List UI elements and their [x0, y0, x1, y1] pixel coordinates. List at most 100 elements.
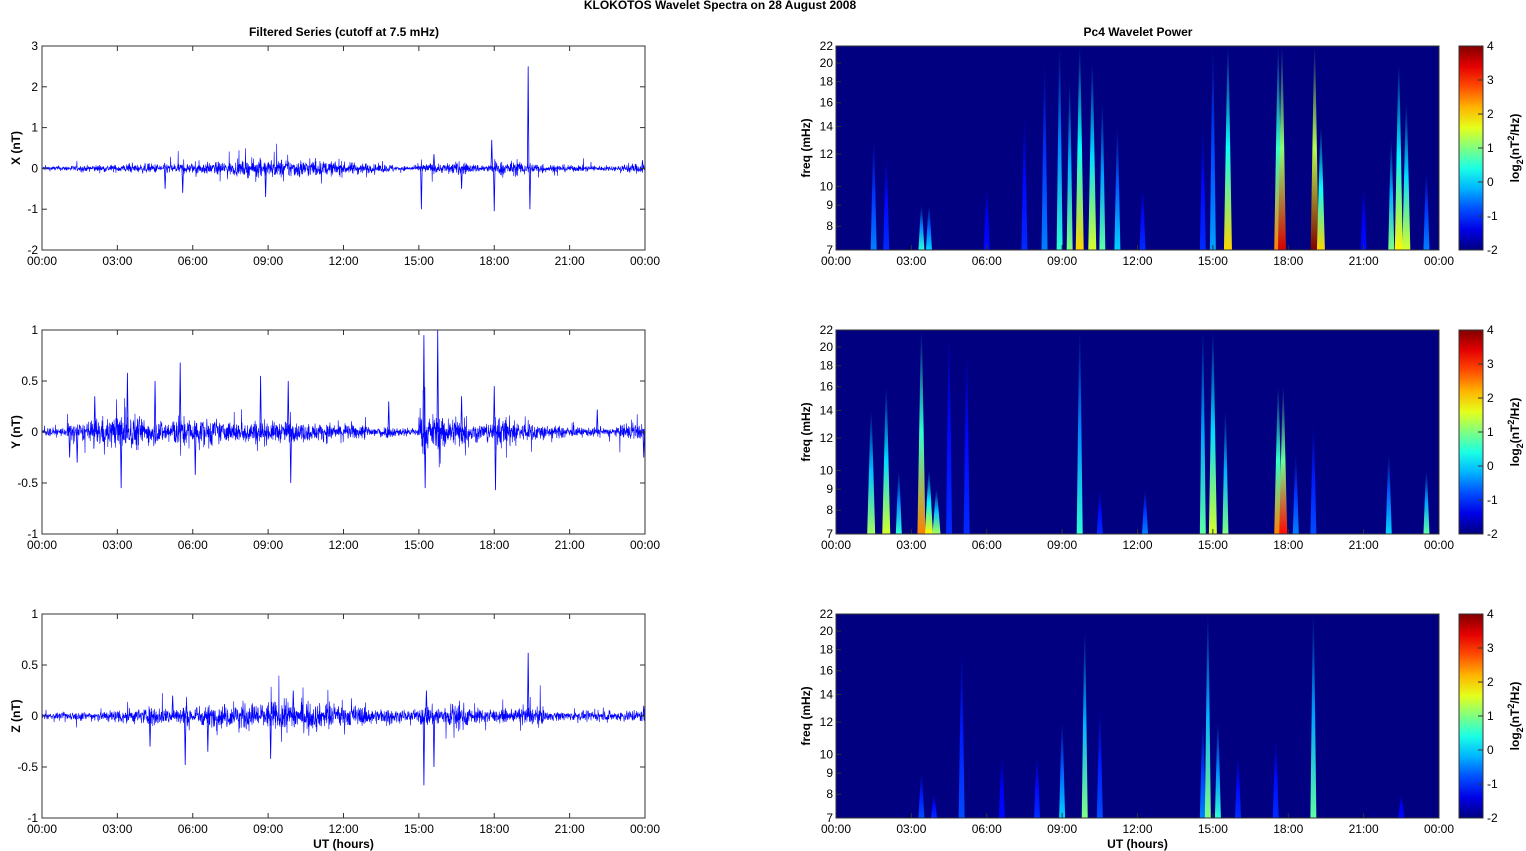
x-tick-label: 03:00 — [896, 822, 926, 836]
y-axis-label: freq (mHz) — [799, 118, 813, 177]
spike-mark — [184, 715, 187, 765]
colorbar-tick-label: 2 — [1487, 675, 1494, 689]
left-column-title: Filtered Series (cutoff at 7.5 mHz) — [249, 25, 439, 39]
y-tick-label: 9 — [826, 766, 833, 780]
y-axis-label: freq (mHz) — [799, 686, 813, 745]
x-tick-label: 06:00 — [178, 254, 208, 268]
spike-mark — [181, 168, 184, 193]
colorbar-tick-label: 0 — [1487, 459, 1494, 473]
series-line-z — [41, 675, 646, 742]
spike-mark — [493, 386, 496, 433]
spike-mark — [642, 431, 645, 458]
spike-mark — [432, 715, 436, 768]
colorbar-tick-label: 3 — [1487, 357, 1494, 371]
colorbar-tick-label: -1 — [1487, 777, 1498, 791]
colorbar: 4 3 2 1 0 -1 -2 log2(nT2/Hz) — [1458, 39, 1525, 257]
y-tick-label: 1 — [31, 121, 38, 135]
x-tick-label: 15:00 — [404, 254, 434, 268]
spectrogram-background — [836, 46, 1439, 250]
x-tick-label: 03:00 — [896, 254, 926, 268]
figure-canvas: KLOKOTOS Wavelet Spectra on 28 August 20… — [9, 0, 1525, 851]
figure-title: KLOKOTOS Wavelet Spectra on 28 August 20… — [584, 0, 857, 12]
spike-mark — [292, 690, 295, 717]
x-tick-label: 21:00 — [555, 254, 585, 268]
spike-mark — [194, 431, 197, 475]
colorbar-tick-label: 1 — [1487, 709, 1494, 723]
spectrogram-panel-y: 2220181614121098700:00 03:00 06:00 09:00 12:… — [799, 323, 1525, 552]
timeseries-panel-y: 10.50-0.5-100:00 03:00 06:00 09:00 12:00 15:0… — [9, 323, 660, 552]
spike-mark — [425, 690, 428, 717]
spike-mark — [528, 168, 532, 210]
x-tick-label: 00:00 — [821, 538, 851, 552]
x-tick-label: 00:00 — [27, 538, 57, 552]
axes-box — [41, 45, 646, 251]
y-tick-label: 0.5 — [21, 658, 38, 672]
y-tick-label: 22 — [820, 39, 834, 53]
colorbar-label: log2(nT2/Hz) — [1506, 398, 1525, 467]
x-tick-label: 00:00 — [27, 254, 57, 268]
x-tick-label: 03:00 — [102, 822, 132, 836]
colorbar-tick-label: 0 — [1487, 175, 1494, 189]
x-tick-label: 12:00 — [328, 822, 358, 836]
spike-mark — [422, 335, 426, 433]
y-tick-label: 20 — [820, 56, 834, 70]
y-tick-label: 8 — [826, 787, 833, 801]
colorbar-tick-label: 4 — [1487, 39, 1494, 53]
x-tick-label: 18:00 — [479, 254, 509, 268]
x-tick-label: 12:00 — [1122, 822, 1152, 836]
colorbar-label: log2(nT2/Hz) — [1506, 682, 1525, 751]
y-tick-label: 22 — [820, 323, 834, 337]
colorbar-tick-label: 4 — [1487, 323, 1494, 337]
y-axis-label: Z (nT) — [9, 699, 23, 732]
x-tick-label: 00:00 — [630, 254, 660, 268]
figure: KLOKOTOS Wavelet Spectra on 28 August 20… — [0, 0, 1526, 851]
y-tick-label: 8 — [826, 219, 833, 233]
x-tick-label: 12:00 — [1122, 254, 1152, 268]
x-tick-label: 06:00 — [972, 254, 1002, 268]
x-tick-label: 18:00 — [1273, 538, 1303, 552]
colorbar-tick-label: 2 — [1487, 107, 1494, 121]
y-tick-label: 12 — [820, 147, 834, 161]
colorbar-label-part: (nT — [1508, 708, 1522, 727]
x-tick-label: 12:00 — [328, 538, 358, 552]
x-tick-label: 09:00 — [1047, 538, 1077, 552]
colorbar-tick-label: -1 — [1487, 209, 1498, 223]
x-tick-label: 00:00 — [1424, 538, 1454, 552]
colorbar-label-part: (nT — [1508, 424, 1522, 443]
spike-mark — [422, 715, 426, 786]
x-tick-label: 06:00 — [972, 822, 1002, 836]
spike-mark — [460, 396, 463, 433]
x-tick-label: 18:00 — [479, 822, 509, 836]
spectrogram-panel-z: 2220181614121098700:00 03:00 06:00 09:00 12:… — [799, 607, 1525, 851]
y-tick-label: 1 — [31, 323, 38, 337]
colorbar-tick-label: 3 — [1487, 73, 1494, 87]
colorbar-tick-label: -2 — [1487, 243, 1498, 257]
x-tick-label: 15:00 — [404, 538, 434, 552]
colorbar-tick-label: 3 — [1487, 641, 1494, 655]
spike-mark — [119, 431, 123, 489]
y-tick-label: 14 — [820, 688, 834, 702]
y-tick-label: 0.5 — [21, 374, 38, 388]
y-tick-label: 14 — [820, 120, 834, 134]
x-tick-label: 12:00 — [1122, 538, 1152, 552]
y-tick-label: 22 — [820, 607, 834, 621]
colorbar-label-part: log — [1508, 732, 1522, 750]
x-axis-label: UT (hours) — [313, 837, 374, 851]
spectrogram-panel-x: 2220181614121098700:00 03:00 06:00 09:00 12:… — [799, 39, 1525, 268]
colorbar-label-part: /Hz) — [1508, 114, 1522, 136]
colorbar-label-part: (nT — [1508, 140, 1522, 159]
x-tick-label: 00:00 — [27, 822, 57, 836]
spike-mark — [641, 160, 644, 169]
y-tick-label: 20 — [820, 624, 834, 638]
colorbar-label: log2(nT2/Hz) — [1506, 114, 1525, 183]
y-tick-label: -0.5 — [17, 476, 38, 490]
x-tick-label: 18:00 — [1273, 254, 1303, 268]
colorbar-label-part: /Hz) — [1508, 398, 1522, 420]
y-tick-label: 10 — [820, 179, 834, 193]
spike-mark — [490, 139, 493, 169]
y-tick-label: 9 — [826, 198, 833, 212]
colorbar-tick-label: -1 — [1487, 493, 1498, 507]
y-tick-label: -0.5 — [17, 760, 38, 774]
spike-mark — [494, 431, 497, 491]
y-tick-label: 18 — [820, 643, 834, 657]
